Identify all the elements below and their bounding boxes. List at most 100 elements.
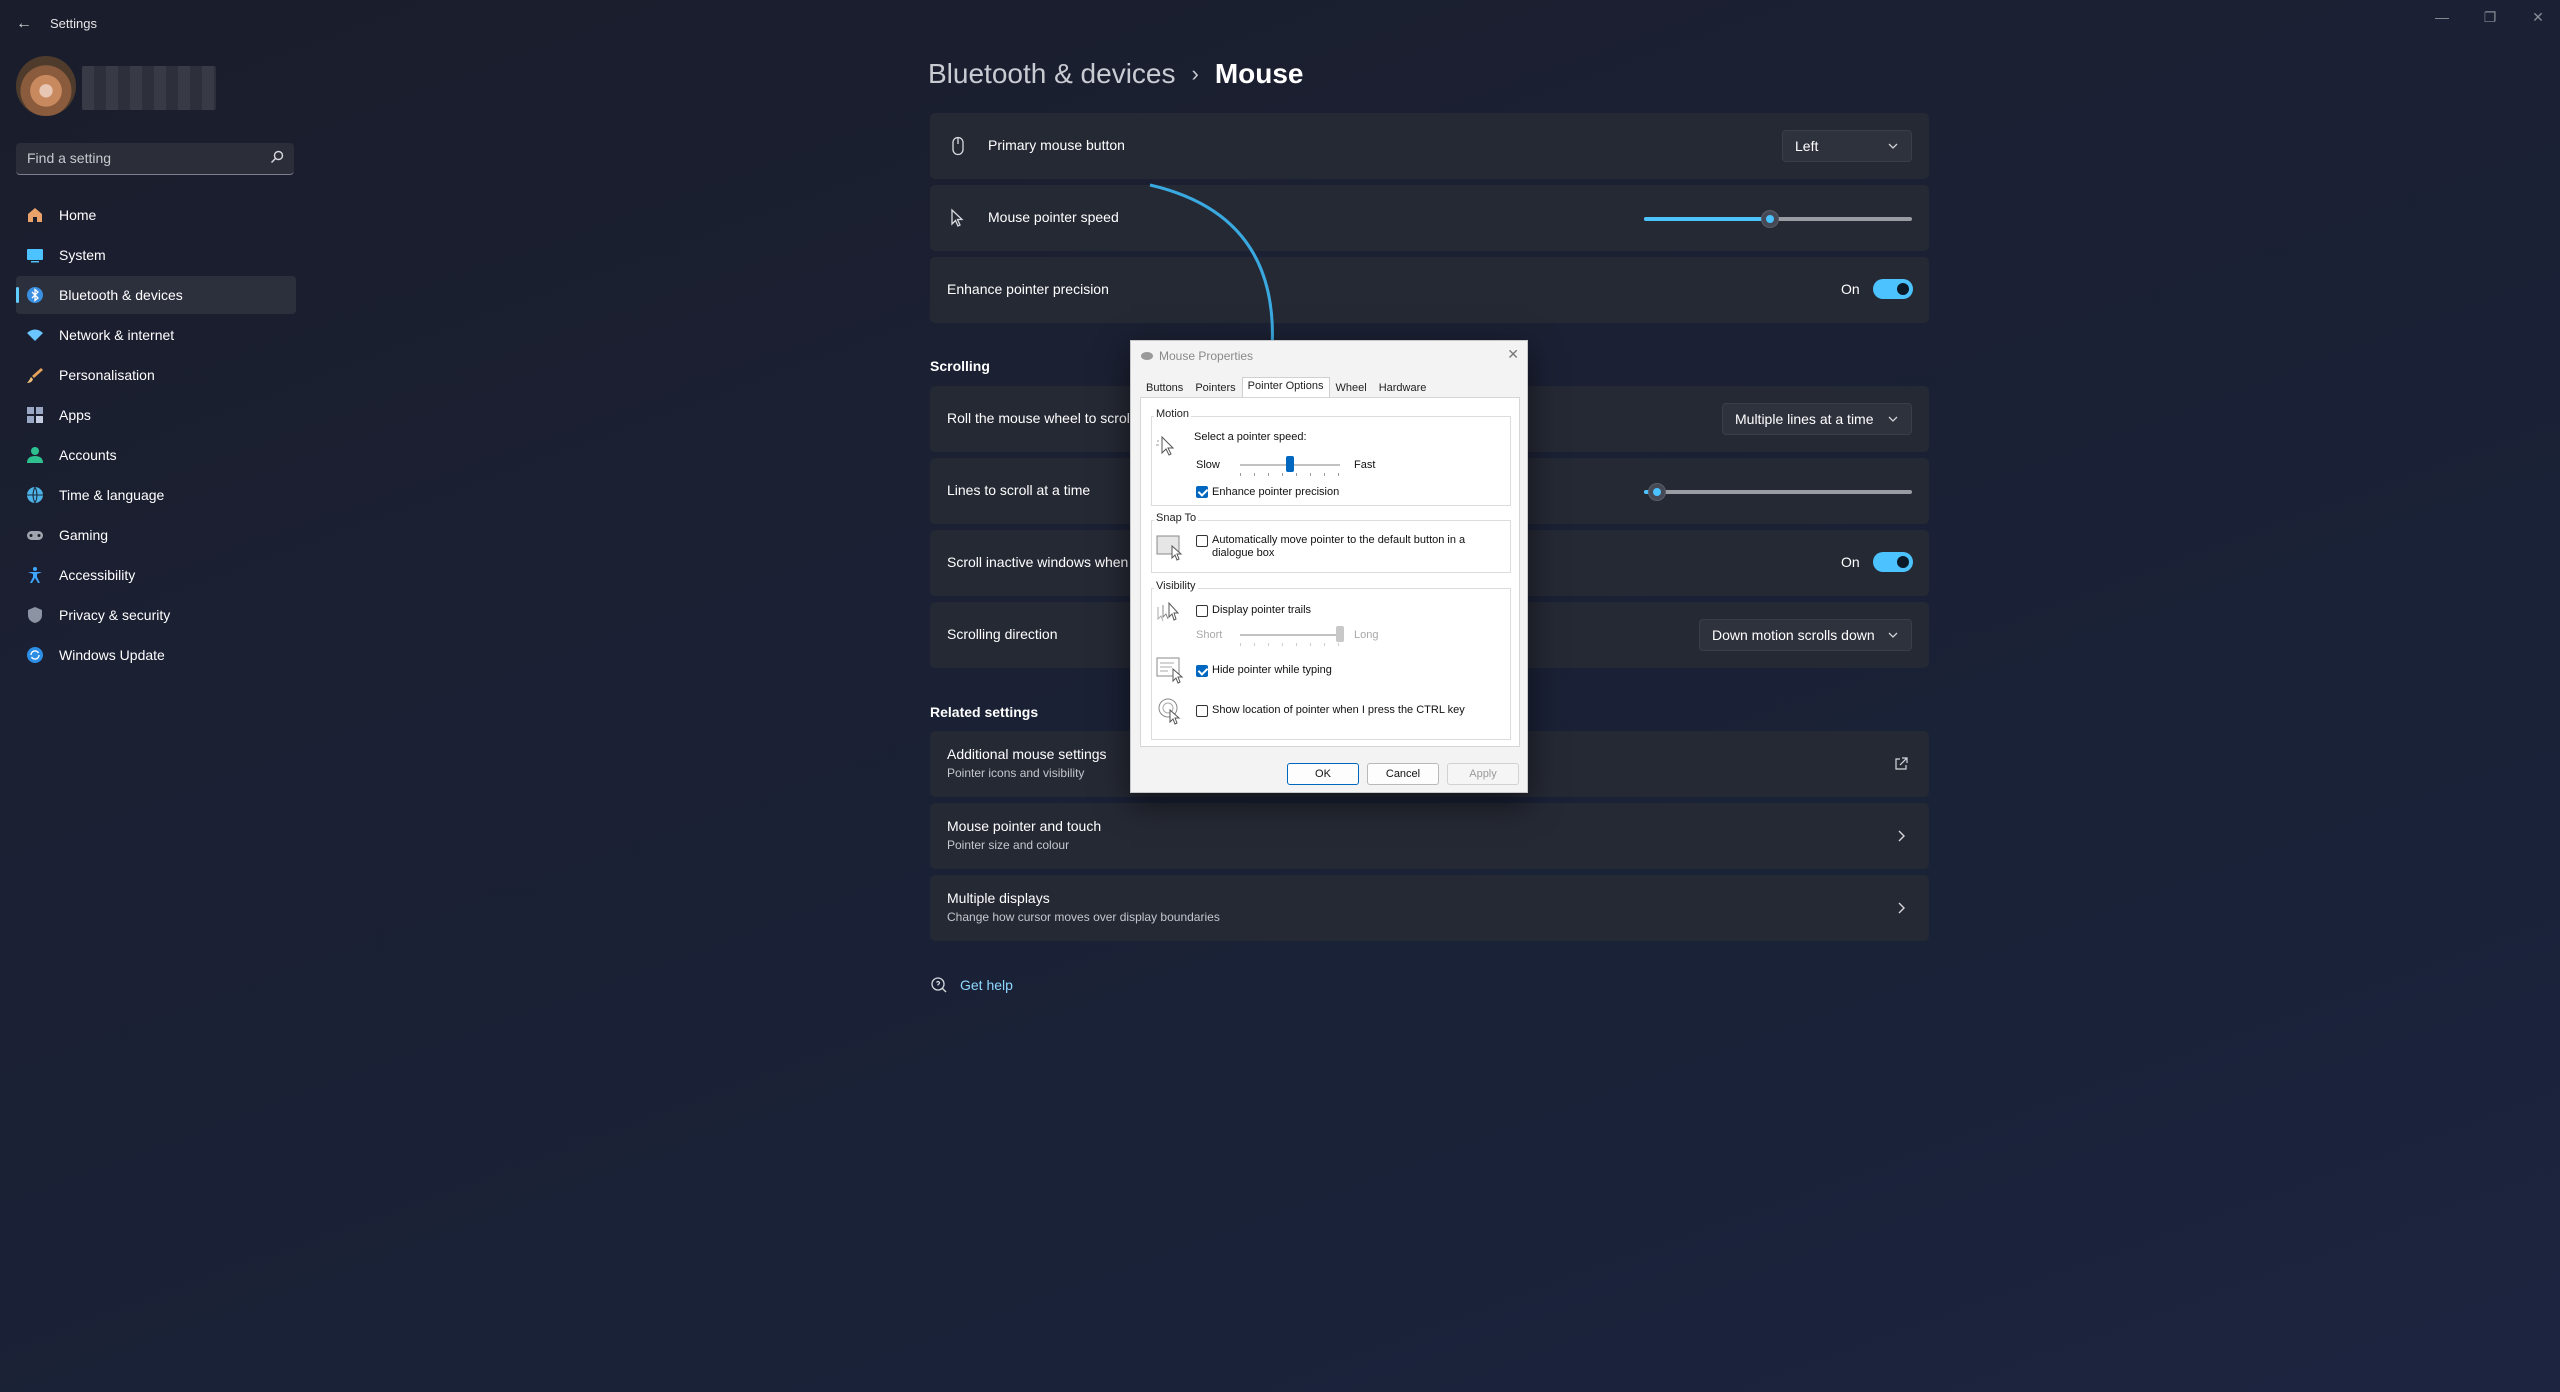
sidebar-item-accounts[interactable]: Accounts [16, 436, 296, 474]
home-icon [26, 206, 44, 224]
tab-buttons[interactable]: Buttons [1140, 379, 1189, 397]
globe-icon [26, 486, 44, 504]
group-title: Visibility [1154, 580, 1198, 592]
dialog-pointer-speed-slider[interactable] [1240, 456, 1340, 472]
toggle-state: On [1841, 281, 1860, 297]
sidebar-item-label: Network & internet [59, 327, 175, 343]
page-title: Mouse [1214, 58, 1304, 89]
scroll-direction-label: Scrolling direction [947, 626, 1058, 642]
roll-wheel-dropdown[interactable]: Multiple lines at a time [1722, 403, 1912, 435]
avatar[interactable] [16, 56, 76, 116]
username-redacted [82, 66, 216, 110]
slider-ticks [1240, 643, 1342, 646]
tab-hardware[interactable]: Hardware [1373, 379, 1433, 397]
snap-to-checkbox[interactable] [1196, 535, 1208, 547]
primary-mouse-button-label: Primary mouse button [988, 137, 1125, 153]
slider-thumb[interactable] [1286, 456, 1294, 472]
scroll-inactive-toggle[interactable] [1873, 552, 1913, 572]
tab-pointer-options[interactable]: Pointer Options [1241, 377, 1330, 397]
pointer-speed-prompt: Select a pointer speed: [1194, 431, 1307, 443]
search-icon[interactable] [270, 150, 284, 164]
pointer-speed-card: Mouse pointer speed [930, 185, 1929, 251]
sidebar-item-bluetooth[interactable]: Bluetooth & devices [16, 276, 296, 314]
sidebar-item-label: Gaming [59, 527, 109, 543]
slider-thumb [1336, 626, 1344, 642]
dialog-tabs: Buttons Pointers Pointer Options Wheel H… [1140, 377, 1433, 397]
show-location-checkbox[interactable] [1196, 705, 1208, 717]
sidebar-item-label: Home [59, 207, 97, 223]
sidebar-item-personalisation[interactable]: Personalisation [16, 356, 296, 394]
pointer-trails-label: Display pointer trails [1212, 604, 1312, 616]
cancel-button[interactable]: Cancel [1367, 763, 1439, 785]
mouse-pointer-touch-card[interactable]: Mouse pointer and touch Pointer size and… [930, 803, 1929, 869]
card-subtitle: Pointer size and colour [947, 838, 1070, 852]
sidebar-item-label: Privacy & security [59, 607, 171, 623]
sidebar-item-home[interactable]: Home [16, 196, 296, 234]
sidebar-item-privacy[interactable]: Privacy & security [16, 596, 296, 634]
chevron-down-icon [1888, 416, 1898, 422]
chevron-right-icon [1898, 902, 1905, 914]
get-help-link[interactable]: Get help [930, 976, 1013, 994]
minimize-button[interactable]: — [2426, 8, 2458, 26]
get-help-label: Get help [960, 977, 1013, 993]
sidebar-item-accessibility[interactable]: Accessibility [16, 556, 296, 594]
pointer-trails-icon [1157, 601, 1180, 622]
sidebar-item-label: Accessibility [59, 567, 136, 583]
motion-group: Motion Select a pointer speed: Slow Fast… [1151, 408, 1511, 506]
help-chat-icon [931, 977, 947, 993]
enhance-precision-toggle[interactable] [1873, 279, 1913, 299]
sidebar-item-apps[interactable]: Apps [16, 396, 296, 434]
sidebar-item-label: Personalisation [59, 367, 155, 383]
lines-to-scroll-slider[interactable] [1644, 483, 1912, 501]
tab-wheel[interactable]: Wheel [1330, 379, 1373, 397]
enhance-precision-checkbox[interactable] [1196, 486, 1208, 498]
sidebar-item-network[interactable]: Network & internet [16, 316, 296, 354]
pointer-trails-slider [1240, 626, 1344, 642]
sidebar-item-label: Time & language [59, 487, 165, 503]
slider-thumb[interactable] [1761, 210, 1779, 228]
hide-while-typing-checkbox[interactable] [1196, 665, 1208, 677]
mouse-properties-dialog: Mouse Properties ✕ Buttons Pointers Poin… [1130, 340, 1528, 793]
sidebar-item-time-language[interactable]: Time & language [16, 476, 296, 514]
update-icon [26, 646, 44, 664]
sidebar-item-gaming[interactable]: Gaming [16, 516, 296, 554]
accessibility-icon [26, 566, 44, 584]
pointer-options-panel: Motion Select a pointer speed: Slow Fast… [1140, 397, 1520, 747]
dropdown-value: Multiple lines at a time [1735, 411, 1874, 427]
tab-pointers[interactable]: Pointers [1189, 379, 1241, 397]
sidebar-item-system[interactable]: System [16, 236, 296, 274]
enhance-precision-card: Enhance pointer precision On [930, 257, 1929, 323]
primary-mouse-button-card: Primary mouse button Left [930, 113, 1929, 179]
external-link-icon [1895, 757, 1908, 770]
mouse-icon [952, 136, 964, 156]
chevron-right-icon [1898, 830, 1905, 842]
close-button[interactable]: ✕ [2522, 8, 2554, 26]
system-icon [26, 246, 44, 264]
dialog-close-button[interactable]: ✕ [1507, 346, 1519, 363]
accounts-icon [26, 446, 44, 464]
search-box[interactable] [16, 143, 294, 175]
breadcrumb-parent[interactable]: Bluetooth & devices [928, 58, 1176, 90]
hide-while-typing-icon [1156, 657, 1184, 684]
pointer-trails-checkbox[interactable] [1196, 605, 1208, 617]
pointer-speed-slider[interactable] [1644, 210, 1912, 228]
slider-thumb[interactable] [1648, 483, 1666, 501]
dropdown-value: Left [1795, 138, 1819, 154]
group-title: Motion [1154, 408, 1192, 420]
sidebar-item-windows-update[interactable]: Windows Update [16, 636, 296, 674]
back-arrow-icon[interactable]: ← [14, 14, 34, 34]
multiple-displays-card[interactable]: Multiple displays Change how cursor move… [930, 875, 1929, 941]
long-label: Long [1354, 629, 1379, 641]
scroll-inactive-label: Scroll inactive windows when [947, 554, 1129, 570]
shield-icon [26, 606, 44, 624]
apply-button[interactable]: Apply [1447, 763, 1519, 785]
sidebar-item-label: Accounts [59, 447, 117, 463]
scroll-direction-dropdown[interactable]: Down motion scrolls down [1699, 619, 1912, 651]
title-bar: ← Settings — ❐ ✕ [0, 0, 2560, 48]
slider-ticks [1240, 473, 1342, 476]
primary-button-dropdown[interactable]: Left [1782, 130, 1912, 162]
ok-button[interactable]: OK [1287, 763, 1359, 785]
restore-button[interactable]: ❐ [2474, 8, 2506, 26]
search-input[interactable] [16, 143, 246, 173]
snap-to-label-line2: dialogue box [1212, 547, 1275, 559]
